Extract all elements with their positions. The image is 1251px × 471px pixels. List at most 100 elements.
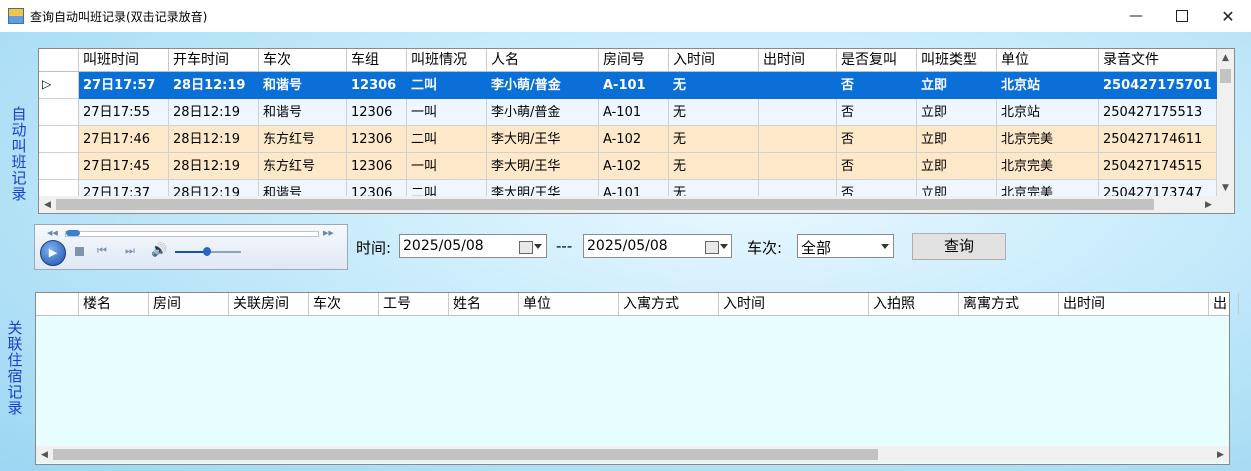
call-col-header[interactable]: 车组	[347, 49, 407, 71]
maximize-button[interactable]	[1159, 0, 1205, 32]
hscroll-thumb[interactable]	[53, 449, 878, 460]
chevron-down-icon[interactable]	[881, 244, 889, 249]
table-cell[interactable]: 李小萌/普金	[487, 72, 599, 99]
seek-bar[interactable]	[65, 230, 319, 237]
volume-slider[interactable]	[175, 247, 241, 256]
volume-icon[interactable]: 🔊	[151, 243, 167, 258]
call-col-header[interactable]: 出时间	[759, 49, 837, 71]
table-cell[interactable]: 李大明/王华	[487, 153, 599, 180]
table-cell[interactable]: 一叫	[407, 153, 487, 180]
table-cell[interactable]: 27日17:45	[79, 153, 169, 180]
calendar-icon[interactable]	[519, 241, 533, 254]
table-row[interactable]: ▷ 27日17:57 28日12:19 和谐号 12306 二叫 李小萌/普金 A-101 无 否…	[39, 72, 1217, 99]
table-cell[interactable]: 250427174611	[1099, 126, 1217, 153]
table-cell[interactable]: 28日12:19	[169, 72, 259, 99]
scroll-right-icon[interactable]: ▶	[1200, 196, 1217, 213]
scroll-down-icon[interactable]: ▼	[1217, 179, 1234, 196]
table-cell[interactable]: 和谐号	[259, 72, 347, 99]
table-cell[interactable]: A-101	[599, 99, 669, 126]
table-cell[interactable]: 二叫	[407, 126, 487, 153]
table-cell[interactable]: 立即	[917, 99, 997, 126]
close-button[interactable]: ✕	[1205, 0, 1251, 32]
play-icon[interactable]: ▶	[40, 240, 66, 266]
table-cell[interactable]: 250427175513	[1099, 99, 1217, 126]
call-col-header[interactable]: 车次	[259, 49, 347, 71]
rewind-small-icon[interactable]: ◀◀	[47, 229, 58, 237]
table-cell[interactable]	[759, 99, 837, 126]
table-cell[interactable]: 250427175701	[1099, 72, 1217, 99]
call-col-header[interactable]: 是否复叫	[837, 49, 917, 71]
table-cell[interactable]: A-101	[599, 72, 669, 99]
table-cell[interactable]: 12306	[347, 72, 407, 99]
table-cell[interactable]: 27日17:55	[79, 99, 169, 126]
stop-icon[interactable]	[75, 247, 84, 256]
table-cell[interactable]	[759, 72, 837, 99]
call-col-header[interactable]: 叫班类型	[917, 49, 997, 71]
hscroll-thumb[interactable]	[56, 199, 1154, 210]
table-cell[interactable]: 一叫	[407, 99, 487, 126]
table-cell[interactable]: 12306	[347, 99, 407, 126]
table-cell[interactable]: 无	[669, 126, 759, 153]
table-cell[interactable]: 27日17:46	[79, 126, 169, 153]
next-icon[interactable]: ⏭	[125, 244, 135, 258]
table-cell[interactable]: 东方红号	[259, 126, 347, 153]
table-row[interactable]: 27日17:46 28日12:19 东方红号 12306 二叫 李大明/王华 A-102 无 否…	[39, 126, 1217, 153]
call-records-grid[interactable]: 叫班时间 开车时间 车次 车组 叫班情况 人名 房间号 入时间 出时间 是否复叫 叫班类型 单位 录音文…	[38, 48, 1235, 214]
table-cell[interactable]: 无	[669, 99, 759, 126]
call-col-header[interactable]: 单位	[997, 49, 1099, 71]
scroll-up-icon[interactable]: ▲	[1217, 49, 1234, 66]
table-cell[interactable]: 立即	[917, 153, 997, 180]
vscroll-thumb[interactable]	[1220, 69, 1231, 83]
table-cell[interactable]: 否	[837, 72, 917, 99]
row-header[interactable]	[39, 99, 79, 126]
table-row[interactable]: 27日17:45 28日12:19 东方红号 12306 一叫 李大明/王华 A-102 无 否…	[39, 153, 1217, 180]
minimize-button[interactable]: —	[1113, 0, 1159, 32]
stay-col-header[interactable]: 出时间	[1059, 293, 1209, 315]
table-cell[interactable]: 否	[837, 126, 917, 153]
scroll-right-icon[interactable]: ▶	[1212, 446, 1229, 463]
stay-col-header[interactable]: 入寓方式	[619, 293, 719, 315]
table-cell[interactable]: 北京完美	[997, 153, 1099, 180]
scroll-left-icon[interactable]: ◀	[36, 446, 53, 463]
media-player[interactable]: ◀◀ ▶▶ ▶ ⏮ ⏭ 🔊	[34, 224, 348, 270]
table-cell[interactable]: 无	[669, 72, 759, 99]
table-cell[interactable]: A-102	[599, 153, 669, 180]
table-cell[interactable]: 27日17:57	[79, 72, 169, 99]
stay-col-header[interactable]: 离寓方式	[959, 293, 1059, 315]
table-cell[interactable]: 12306	[347, 126, 407, 153]
train-select[interactable]: 全部	[797, 234, 894, 258]
table-cell[interactable]: 北京完美	[997, 126, 1099, 153]
stay-col-header[interactable]: 车次	[309, 293, 379, 315]
table-cell[interactable]: 28日12:19	[169, 126, 259, 153]
call-col-header[interactable]: 叫班情况	[407, 49, 487, 71]
stay-col-header[interactable]: 出	[1209, 293, 1239, 315]
forward-small-icon[interactable]: ▶▶	[323, 229, 334, 237]
table-cell[interactable]: 12306	[347, 153, 407, 180]
table-cell[interactable]: 二叫	[407, 72, 487, 99]
table-cell[interactable]: 无	[669, 153, 759, 180]
call-col-header[interactable]: 开车时间	[169, 49, 259, 71]
call-col-header[interactable]: 叫班时间	[79, 49, 169, 71]
stay-col-header[interactable]: 姓名	[449, 293, 519, 315]
row-header[interactable]: ▷	[39, 72, 79, 99]
table-cell[interactable]: 否	[837, 153, 917, 180]
chevron-down-icon[interactable]	[534, 244, 542, 249]
previous-icon[interactable]: ⏮	[97, 244, 107, 258]
call-grid-vscrollbar[interactable]: ▲ ▼	[1217, 49, 1234, 196]
date-to-picker[interactable]: 2025/05/08	[583, 234, 732, 258]
row-header[interactable]	[39, 153, 79, 180]
table-cell[interactable]: 北京站	[997, 99, 1099, 126]
stay-col-header[interactable]: 入拍照	[869, 293, 959, 315]
call-grid-hscrollbar[interactable]: ◀ ▶	[39, 196, 1217, 213]
stay-records-grid[interactable]: 楼名 房间 关联房间 车次 工号 姓名 单位 入寓方式 入时间 入拍照 离寓方式 出时间出 ◀ ▶	[35, 292, 1239, 465]
call-col-header[interactable]: 录音文件	[1099, 49, 1217, 71]
table-cell[interactable]	[759, 153, 837, 180]
stay-col-header[interactable]: 楼名	[79, 293, 149, 315]
table-cell[interactable]: 立即	[917, 126, 997, 153]
call-col-header[interactable]: 房间号	[599, 49, 669, 71]
table-cell[interactable]: 李大明/王华	[487, 126, 599, 153]
stay-grid-hscrollbar[interactable]: ◀ ▶	[36, 446, 1229, 463]
table-cell[interactable]	[759, 126, 837, 153]
call-col-header[interactable]: 人名	[487, 49, 599, 71]
chevron-down-icon[interactable]	[720, 244, 728, 249]
